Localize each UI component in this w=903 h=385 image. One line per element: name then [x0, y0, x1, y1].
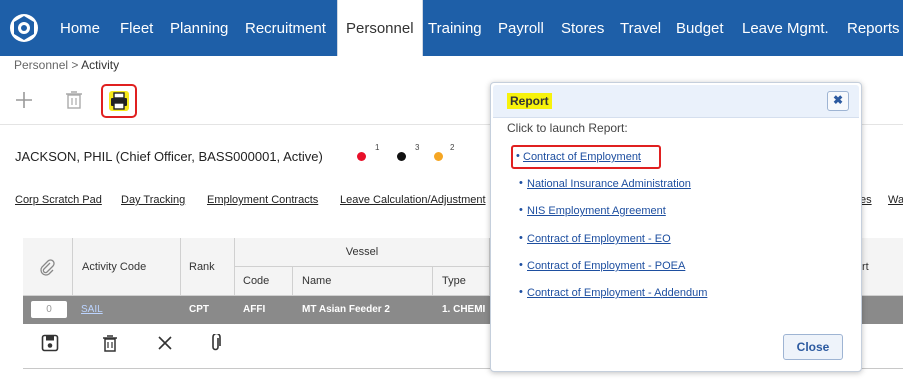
add-icon[interactable]	[14, 90, 34, 110]
indicator-dot-black	[397, 152, 406, 161]
delete-row-icon[interactable]	[102, 334, 118, 352]
nav-reports[interactable]: Reports	[847, 0, 900, 56]
cell-rank: CPT	[189, 304, 209, 315]
header-vessel: Vessel	[235, 238, 490, 267]
top-navigation-bar: Home Fleet Planning Recruitment Personne…	[0, 0, 903, 56]
cell-vessel-type: 1. CHEMI	[442, 304, 486, 315]
header-attachment	[23, 238, 73, 296]
delete-icon[interactable]	[65, 90, 83, 110]
report-link-national-insurance[interactable]: National Insurance Administration	[527, 178, 691, 190]
report-link-nis-agreement[interactable]: NIS Employment Agreement	[527, 205, 666, 217]
paperclip-icon	[40, 259, 55, 276]
breadcrumb-parent[interactable]: Personnel	[14, 58, 68, 72]
report-link-contract-poea[interactable]: Contract of Employment - POEA	[527, 260, 685, 272]
link-leave-calculation[interactable]: Leave Calculation/Adjustment	[340, 194, 486, 206]
nav-fleet[interactable]: Fleet	[120, 0, 153, 56]
close-icon[interactable]: ✖	[827, 91, 849, 111]
bullet-icon: •	[519, 286, 523, 298]
person-summary: JACKSON, PHIL (Chief Officer, BASS000001…	[15, 149, 323, 164]
attach-icon[interactable]	[209, 334, 223, 352]
nav-home[interactable]: Home	[60, 0, 100, 56]
report-dialog-instructions: Click to launch Report:	[507, 121, 628, 135]
header-activity-code[interactable]: Activity Code	[73, 238, 181, 296]
nav-training[interactable]: Training	[428, 0, 482, 56]
breadcrumb: Personnel > Activity	[14, 58, 119, 72]
nav-stores[interactable]: Stores	[561, 0, 604, 56]
company-logo-icon[interactable]	[8, 12, 40, 44]
report-dialog-title: Report	[507, 93, 552, 109]
nav-recruitment[interactable]: Recruitment	[245, 0, 326, 56]
nav-travel[interactable]: Travel	[620, 0, 661, 56]
header-truncated: rt	[862, 238, 903, 296]
nav-leave-mgmt[interactable]: Leave Mgmt.	[742, 0, 829, 56]
bullet-icon: •	[519, 204, 523, 216]
bullet-icon: •	[519, 232, 523, 244]
nav-personnel[interactable]: Personnel	[337, 0, 423, 56]
nav-payroll[interactable]: Payroll	[498, 0, 544, 56]
report-link-contract-eo[interactable]: Contract of Employment - EO	[527, 233, 671, 245]
cancel-icon[interactable]	[156, 334, 174, 352]
bullet-icon: •	[516, 150, 520, 162]
breadcrumb-separator: >	[71, 58, 79, 72]
link-corp-scratch-pad[interactable]: Corp Scratch Pad	[15, 194, 102, 206]
cell-vessel-code: AFFI	[243, 304, 266, 315]
print-icon[interactable]	[108, 90, 130, 112]
save-icon[interactable]	[41, 334, 59, 352]
indicator-count-orange: 2	[450, 143, 455, 152]
bullet-icon: •	[519, 259, 523, 271]
report-dialog-header: Report ✖	[493, 85, 859, 118]
close-button[interactable]: Close	[783, 334, 843, 360]
breadcrumb-current: Activity	[81, 58, 120, 72]
indicator-dot-red	[357, 152, 366, 161]
link-truncated-wa[interactable]: Wa	[888, 194, 903, 206]
report-dialog: Report ✖ Click to launch Report: • Contr…	[490, 82, 862, 372]
report-link-contract-addendum[interactable]: Contract of Employment - Addendum	[527, 287, 707, 299]
nav-planning[interactable]: Planning	[170, 0, 228, 56]
nav-budget[interactable]: Budget	[676, 0, 724, 56]
indicator-count-red: 1	[375, 143, 380, 152]
report-link-contract-of-employment[interactable]: Contract of Employment	[523, 151, 641, 163]
header-code[interactable]: Code	[235, 267, 293, 296]
header-name[interactable]: Name	[293, 267, 433, 296]
cell-activity-code[interactable]: SAIL	[81, 296, 103, 324]
indicator-count-black: 3	[415, 143, 420, 152]
link-employment-contracts[interactable]: Employment Contracts	[207, 194, 318, 206]
cell-vessel-name: MT Asian Feeder 2	[302, 304, 390, 315]
bullet-icon: •	[519, 177, 523, 189]
link-day-tracking[interactable]: Day Tracking	[121, 194, 185, 206]
header-type[interactable]: Type	[433, 267, 490, 296]
header-rank[interactable]: Rank	[181, 238, 235, 296]
attachment-count[interactable]: 0	[31, 301, 67, 318]
indicator-dot-orange	[434, 152, 443, 161]
